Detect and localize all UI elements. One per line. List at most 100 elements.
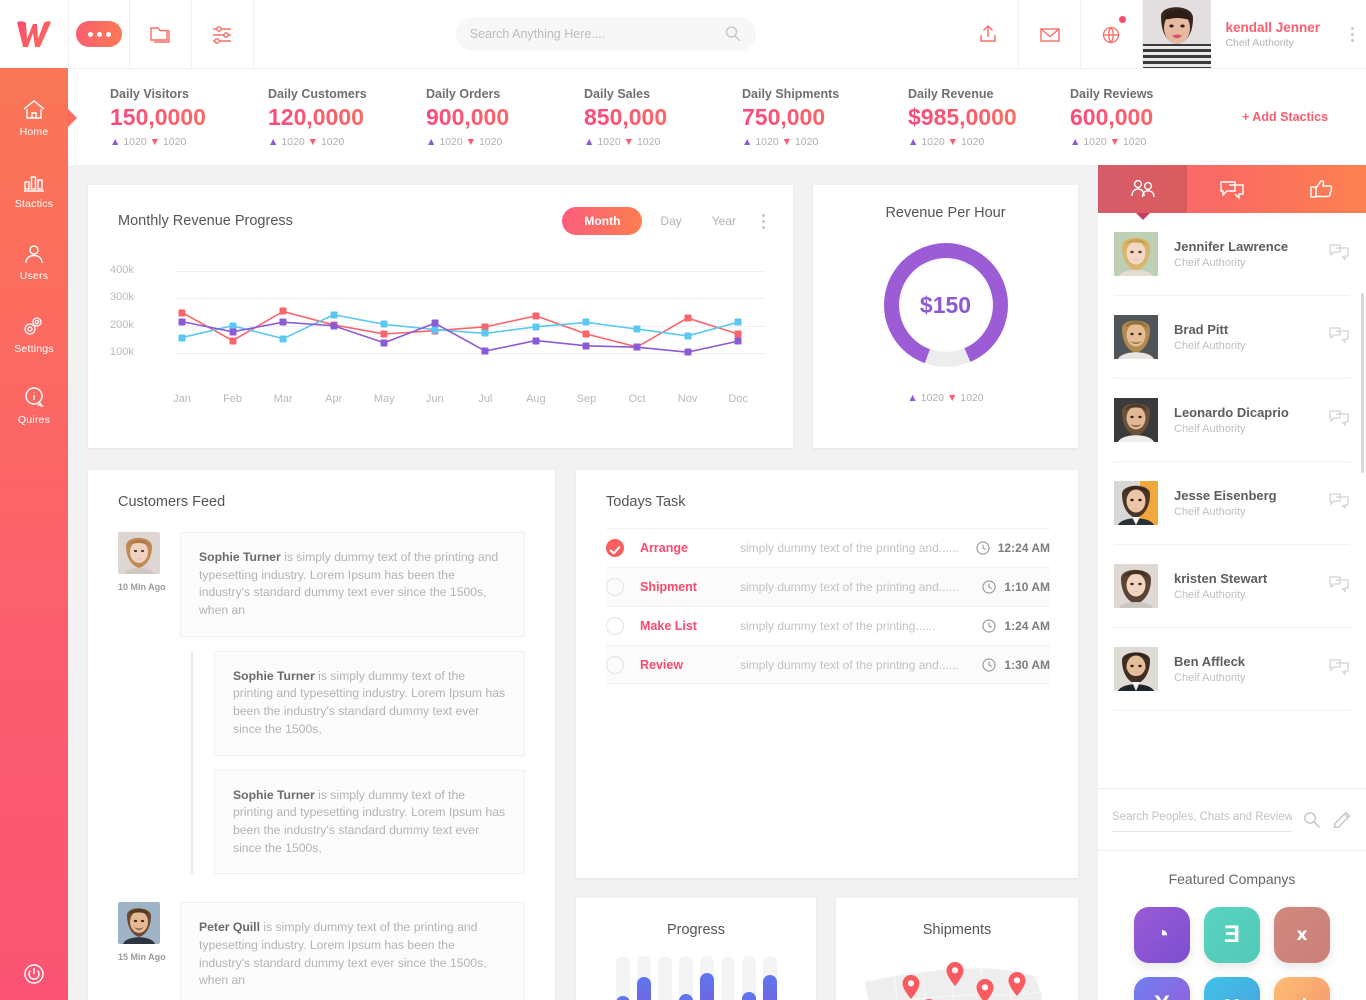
vimeo-icon[interactable]: v (1204, 977, 1260, 1000)
search-icon[interactable] (1302, 810, 1322, 830)
panel-scrollbar[interactable] (1361, 293, 1364, 473)
feed-entry-time: 10 Min Ago (118, 582, 166, 592)
sidebar-item-stactics[interactable]: Stactics (0, 154, 68, 226)
add-stactics-button[interactable]: + Add Stactics (1242, 110, 1328, 124)
chart-data-point (330, 311, 338, 319)
sidebar-item-home[interactable]: Home (0, 82, 68, 154)
chat-button[interactable] (1328, 658, 1350, 681)
panel-search-input[interactable] (1112, 811, 1292, 823)
chart-data-point (734, 318, 742, 326)
reviews-tab[interactable] (1277, 165, 1366, 213)
chat-button[interactable] (1328, 492, 1350, 515)
messages-button[interactable] (1019, 0, 1082, 68)
list-item[interactable]: Brad Pitt Cheif Authority (1114, 296, 1350, 379)
list-item[interactable]: kristen Stewart Cheif Authority (1114, 545, 1350, 628)
panel-search-field[interactable] (1112, 807, 1292, 832)
range-day-button[interactable]: Day (648, 208, 693, 234)
chat-button[interactable] (1328, 326, 1350, 349)
revenue-per-hour-card: Revenue Per Hour $150 ▲ 1020 ▼ 1020 (813, 185, 1078, 448)
stat-delta: ▲ 1020 ▼ 1020 (110, 136, 268, 148)
chat-button[interactable] (1328, 409, 1350, 432)
stat-card[interactable]: Daily Orders 900,000 ▲ 1020 ▼ 1020 (426, 87, 584, 148)
stat-card[interactable]: Daily Reviews 600,000 ▲ 1020 ▼ 1020 (1070, 87, 1228, 148)
stat-down: 1020 (478, 135, 503, 148)
chart-data-point (684, 314, 692, 322)
dashboard-root: Home Stactics Users Settings Quires Sear… (0, 0, 1366, 1000)
chart-data-point (279, 318, 287, 326)
folders-button[interactable] (130, 0, 192, 68)
sidebar-item-settings[interactable]: Settings (0, 298, 68, 370)
stat-card[interactable]: Daily Revenue $985,0000 ▲ 1020 ▼ 1020 (908, 87, 1070, 148)
task-name: Shipment (640, 580, 697, 594)
list-item[interactable]: Jennifer Lawrence Cheif Authority (1114, 213, 1350, 296)
css3-icon[interactable]: Ǝ (1204, 907, 1260, 963)
upload-button[interactable] (957, 0, 1020, 68)
featured-companies: Featured Companys ◔ Ǝ𝘅 Xv vk (1098, 850, 1366, 1000)
task-row[interactable]: Shipment simply dummy text of the printi… (606, 567, 1050, 606)
stat-value: 850,000 (584, 104, 742, 131)
topbar-kebab-button[interactable] (1338, 0, 1366, 68)
top-bar: kendall Jenner Cheif Authority (68, 0, 1366, 68)
task-row[interactable]: Arrange simply dummy text of the printin… (606, 528, 1050, 567)
chat-icon (1329, 575, 1349, 593)
task-time-block: 1:24 AM (982, 619, 1050, 633)
deviantart-icon[interactable]: 𝘅 (1274, 907, 1330, 963)
stat-card[interactable]: Daily Sales 850,000 ▲ 1020 ▼ 1020 (584, 87, 742, 148)
map-pin-icon[interactable] (946, 962, 964, 987)
chats-tab[interactable] (1187, 165, 1276, 213)
task-row[interactable]: Make List simply dummy text of the print… (606, 606, 1050, 645)
map-pin-icon[interactable] (1008, 971, 1026, 996)
revenue-card-menu-button[interactable] (762, 213, 765, 229)
range-month-button[interactable]: Month (562, 207, 643, 235)
more-dots-button[interactable] (68, 0, 130, 68)
chat-icon (1329, 409, 1349, 427)
list-item[interactable]: Jesse Eisenberg Cheif Authority (1114, 462, 1350, 545)
pencil-icon[interactable] (1332, 810, 1352, 830)
company-glyph: Ǝ (1223, 921, 1240, 948)
stat-card[interactable]: Daily Customers 120,0000 ▲ 1020 ▼ 1020 (268, 87, 426, 148)
feed-reply-author: Sophie Turner (233, 787, 315, 802)
task-checkbox[interactable] (606, 617, 624, 635)
user-profile[interactable]: kendall Jenner Cheif Authority (1143, 0, 1338, 68)
up-arrow-icon: ▲ (1070, 135, 1081, 148)
revenue-per-hour-title: Revenue Per Hour (885, 205, 1006, 221)
list-item[interactable]: Ben Affleck Cheif Authority (1114, 628, 1350, 711)
task-checkbox[interactable] (606, 578, 624, 596)
app-logo[interactable] (0, 0, 68, 68)
globe-button[interactable] (1081, 0, 1144, 68)
notification-badge (1119, 16, 1127, 23)
chart-data-point (684, 332, 692, 340)
progress-bar (699, 956, 714, 1000)
main-content: Monthly Revenue Progress Month Day Year … (68, 165, 1098, 1000)
progress-bar (678, 956, 693, 1000)
rdio-icon[interactable]: ◔ (1134, 907, 1190, 963)
chat-button[interactable] (1328, 575, 1350, 598)
list-item[interactable]: Leonardo Dicaprio Cheif Authority (1114, 379, 1350, 462)
xing-icon[interactable]: X (1134, 977, 1190, 1000)
stat-down: 1020 (162, 135, 187, 148)
stat-title: Daily Revenue (908, 86, 994, 101)
task-checkbox[interactable] (606, 655, 624, 674)
user-name-block: kendall Jenner Cheif Authority (1211, 20, 1332, 49)
stat-up: 1020 (439, 135, 463, 148)
sidebar-item-quires[interactable]: Quires (0, 370, 68, 442)
right-panel: Jennifer Lawrence Cheif Authority Brad P… (1098, 165, 1366, 1000)
task-row[interactable]: Review simply dummy text of the printing… (606, 645, 1050, 684)
power-button[interactable] (0, 962, 68, 986)
chat-button[interactable] (1328, 243, 1350, 266)
home-icon (23, 99, 45, 119)
people-tab[interactable] (1098, 165, 1188, 213)
map-pin-icon[interactable] (976, 978, 994, 1000)
sliders-button[interactable] (192, 0, 254, 68)
stat-card[interactable]: Daily Shipments 750,000 ▲ 1020 ▼ 1020 (742, 87, 908, 148)
sidebar-item-users[interactable]: Users (0, 226, 68, 298)
map-pin-icon[interactable] (902, 975, 920, 1000)
vk-icon[interactable]: vk (1274, 977, 1330, 1000)
search-box[interactable] (455, 17, 756, 51)
list-item-info: Brad Pitt Cheif Authority (1174, 322, 1328, 352)
range-year-button[interactable]: Year (700, 208, 748, 234)
chart-data-point (582, 330, 590, 338)
task-checkbox[interactable] (606, 539, 624, 557)
stat-card[interactable]: Daily Visitors 150,0000 ▲ 1020 ▼ 1020 (110, 87, 268, 148)
search-input[interactable] (469, 27, 724, 41)
